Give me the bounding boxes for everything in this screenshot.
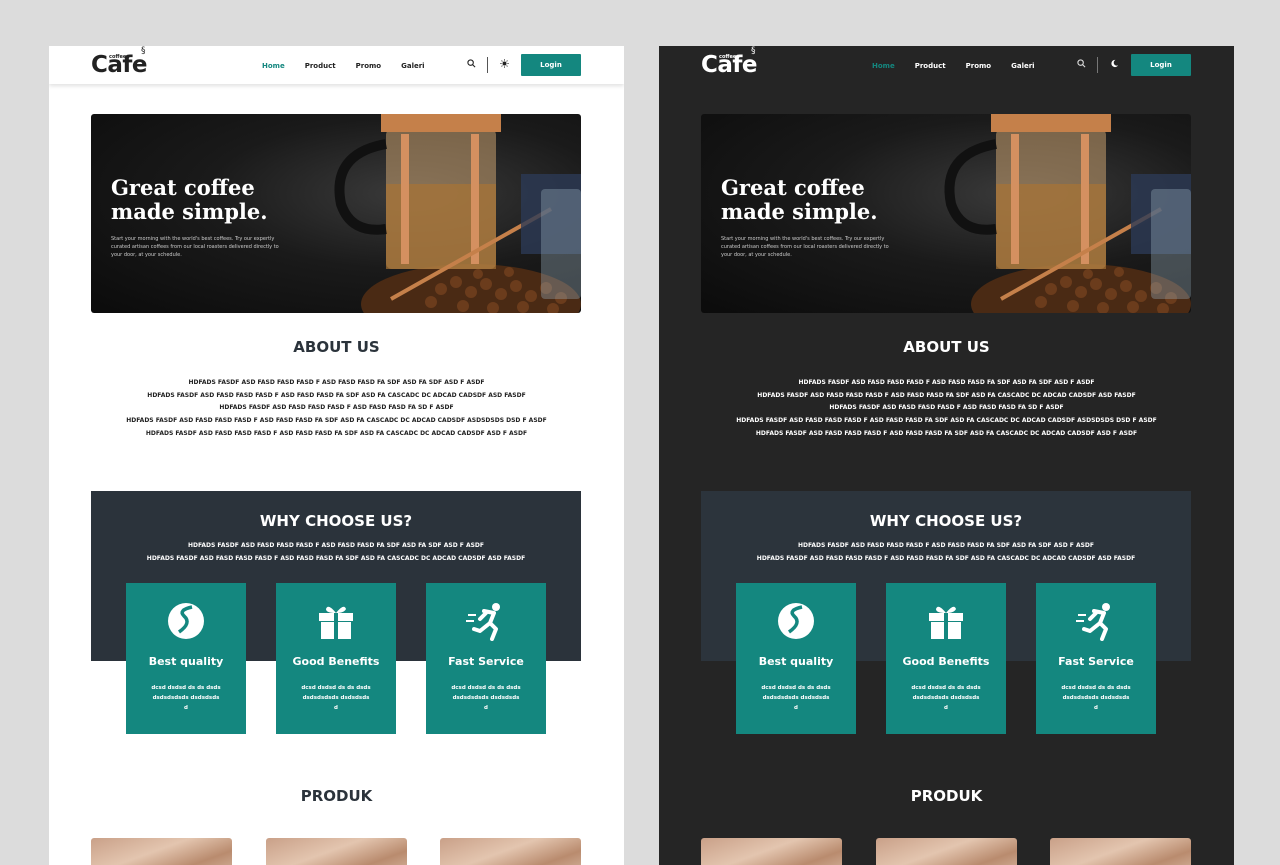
feature-card-service: Fast Service dcsd dsdsd ds ds dsdsdsdsds… [426, 583, 546, 734]
login-button[interactable]: Login [521, 54, 581, 76]
gift-icon [319, 606, 353, 639]
hero-text: Start your morning with the world's best… [111, 236, 279, 258]
logo[interactable]: § coffee Cafe [91, 47, 161, 81]
why-title: WHY CHOOSE US? [259, 512, 413, 530]
feature-card-service: Fast Service dcsd dsdsd ds ds dsdsdsdsds… [1036, 583, 1156, 734]
about-line: HDFADS FASDF ASD FASD FASD FASD F ASD FA… [145, 429, 528, 437]
sun-icon[interactable] [499, 59, 509, 69]
header: § coffee Cafe Home Product Promo Galeri … [659, 46, 1234, 84]
nav-item-galeri[interactable]: Galeri [1011, 62, 1034, 70]
hero-banner: Great coffee made simple. Start your morn… [91, 114, 581, 313]
about-line: HDFADS FASDF ASD FASD FASD FASD F ASD FA… [755, 429, 1138, 437]
nav-menu: Home Product Promo Galeri [262, 62, 445, 70]
card-desc: dcsd dsdsd ds ds dsdsdsdsdsdsds dsdsdsds… [911, 685, 981, 711]
card-desc: dcsd dsdsd ds ds dsdsdsdsdsdsds dsdsdsds… [451, 685, 521, 711]
running-person-icon [1076, 603, 1110, 641]
coffee-bean-icon [778, 603, 814, 639]
logo[interactable]: § coffee Cafe [701, 47, 771, 81]
coffee-bean-icon [168, 603, 204, 639]
hero-title-line-1: Great coffee [721, 175, 865, 200]
produk-title: PRODUK [300, 787, 373, 805]
card-title: Good Benefits [902, 655, 990, 668]
card-title: Fast Service [1058, 655, 1134, 668]
dark-theme-page: § coffee Cafe Home Product Promo Galeri … [659, 46, 1234, 865]
moon-icon[interactable] [1109, 59, 1119, 69]
why-line: HDFADS FASDF ASD FASD FASD FASD F ASD FA… [797, 542, 1095, 549]
search-icon[interactable] [1076, 59, 1086, 69]
about-line: HDFADS FASDF ASD FASD FASD FASD F ASD FA… [147, 391, 526, 399]
feature-card-quality: Best quality dcsd dsdsd ds ds dsdsdsdsds… [736, 583, 856, 734]
card-title: Good Benefits [292, 655, 380, 668]
why-title: WHY CHOOSE US? [869, 512, 1023, 530]
product-image[interactable] [1050, 838, 1191, 865]
why-line: HDFADS FASDF ASD FASD FASD FASD F ASD FA… [146, 554, 526, 562]
about-title: ABOUT US [293, 338, 380, 356]
nav-item-promo[interactable]: Promo [966, 62, 992, 70]
feature-card-benefits: Good Benefits dcsd dsdsd ds ds dsdsdsdsd… [886, 583, 1006, 734]
nav-item-home[interactable]: Home [872, 62, 895, 70]
card-desc: dcsd dsdsd ds ds dsdsdsdsdsdsds dsdsdsds… [1061, 685, 1131, 711]
why-text: HDFADS FASDF ASD FASD FASD FASD F ASD FA… [91, 540, 581, 565]
hero-text: Start your morning with the world's best… [721, 236, 889, 258]
why-line: HDFADS FASDF ASD FASD FASD FASD F ASD FA… [756, 554, 1136, 562]
gift-icon [929, 606, 963, 639]
header: § coffee Cafe Home Product Promo Galeri … [49, 46, 624, 84]
product-image[interactable] [701, 838, 842, 865]
nav-item-product[interactable]: Product [915, 62, 946, 70]
card-desc: dcsd dsdsd ds ds dsdsdsdsdsdsds dsdsdsds… [761, 685, 831, 711]
card-title: Best quality [758, 655, 834, 668]
about-line: HDFADS FASDF ASD FASD FASD FASD F ASD FA… [798, 379, 1095, 386]
hero-banner: Great coffee made simple. Start your morn… [701, 114, 1191, 313]
about-line: HDFADS FASDF ASD FASD FASD FASD F ASD FA… [757, 391, 1136, 399]
light-theme-page: § coffee Cafe Home Product Promo Galeri … [49, 46, 624, 865]
hero-title: Great coffee made simple. [721, 176, 878, 224]
running-person-icon [466, 603, 500, 641]
product-image[interactable] [440, 838, 581, 865]
about-line: HDFADS FASDF ASD FASD FASD FASD F ASD FA… [126, 417, 547, 425]
card-title: Fast Service [448, 655, 524, 668]
feature-card-quality: Best quality dcsd dsdsd ds ds dsdsdsdsds… [126, 583, 246, 734]
divider [1097, 57, 1098, 73]
about-line: HDFADS FASDF ASD FASD FASD FASD F ASD FA… [219, 404, 454, 412]
about-line: HDFADS FASDF ASD FASD FASD FASD F ASD FA… [829, 404, 1064, 412]
divider [487, 57, 488, 73]
nav-item-promo[interactable]: Promo [356, 62, 382, 70]
nav-item-galeri[interactable]: Galeri [401, 62, 424, 70]
about-text: HDFADS FASDF ASD FASD FASD FASD F ASD FA… [659, 377, 1234, 441]
hero-title-line-2: made simple. [111, 199, 268, 224]
nav-item-product[interactable]: Product [305, 62, 336, 70]
card-desc: dcsd dsdsd ds ds dsdsdsdsdsdsds dsdsdsds… [301, 685, 371, 711]
about-title: ABOUT US [903, 338, 990, 356]
card-desc: dcsd dsdsd ds ds dsdsdsdsdsdsds dsdsdsds… [151, 685, 221, 711]
search-icon[interactable] [466, 59, 476, 69]
hero-title-line-1: Great coffee [111, 175, 255, 200]
hero-title: Great coffee made simple. [111, 176, 268, 224]
why-text: HDFADS FASDF ASD FASD FASD FASD F ASD FA… [701, 540, 1191, 565]
logo-text: Cafe [91, 52, 148, 78]
why-line: HDFADS FASDF ASD FASD FASD FASD F ASD FA… [187, 542, 485, 549]
nav-menu: Home Product Promo Galeri [872, 62, 1055, 70]
feature-card-benefits: Good Benefits dcsd dsdsd ds ds dsdsdsdsd… [276, 583, 396, 734]
produk-title: PRODUK [910, 787, 983, 805]
card-title: Best quality [148, 655, 224, 668]
about-line: HDFADS FASDF ASD FASD FASD FASD F ASD FA… [736, 417, 1157, 425]
product-image[interactable] [91, 838, 232, 865]
logo-text: Cafe [701, 52, 758, 78]
about-line: HDFADS FASDF ASD FASD FASD FASD F ASD FA… [188, 379, 485, 386]
about-text: HDFADS FASDF ASD FASD FASD FASD F ASD FA… [49, 377, 624, 441]
hero-title-line-2: made simple. [721, 199, 878, 224]
nav-item-home[interactable]: Home [262, 62, 285, 70]
product-image[interactable] [266, 838, 407, 865]
login-button[interactable]: Login [1131, 54, 1191, 76]
product-image[interactable] [876, 838, 1017, 865]
